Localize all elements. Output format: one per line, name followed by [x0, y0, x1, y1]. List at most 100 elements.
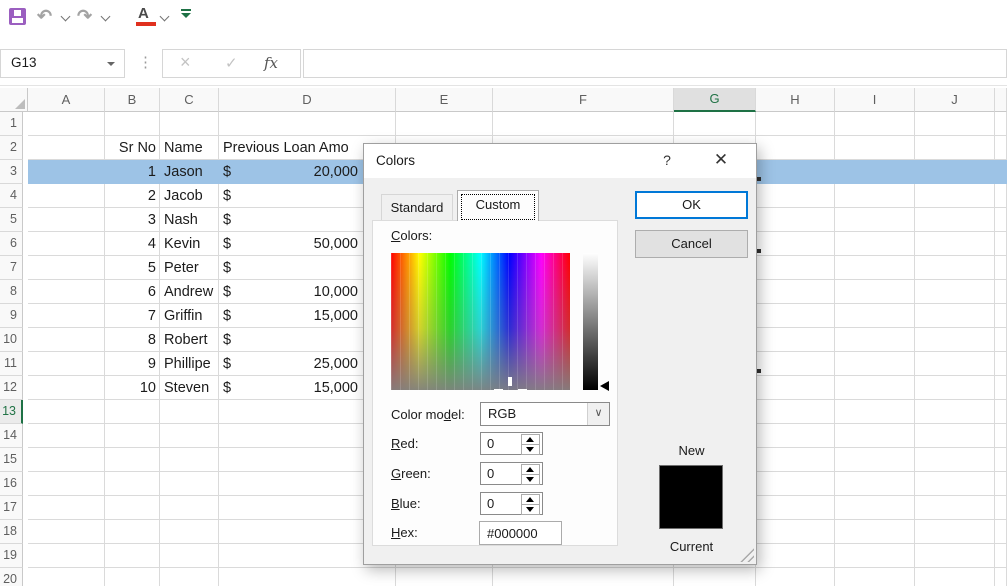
close-icon[interactable]: ✕	[710, 149, 732, 171]
color-model-select[interactable]: RGB ∨	[480, 402, 610, 426]
dialog-title-bar[interactable]: Colors	[364, 144, 756, 178]
blue-spin-down[interactable]	[522, 505, 539, 514]
cell-D8-amount[interactable]: 10,000	[219, 280, 358, 304]
column-header-D[interactable]: D	[219, 88, 396, 112]
cancel-button[interactable]: Cancel	[635, 230, 748, 258]
cancel-entry-icon[interactable]: ×	[180, 52, 191, 73]
currency-symbol-D5[interactable]: $	[223, 208, 243, 232]
name-box-value: G13	[11, 55, 37, 70]
clipped-text-mark	[757, 249, 761, 253]
column-header-I[interactable]: I	[835, 88, 915, 112]
column-header-J[interactable]: J	[915, 88, 995, 112]
row-header-11[interactable]: 11	[0, 352, 23, 376]
cell-D12-amount[interactable]: 15,000	[219, 376, 358, 400]
cell-B9[interactable]: 7	[105, 304, 156, 328]
formula-bar-input[interactable]	[303, 49, 1007, 78]
currency-symbol-D7[interactable]: $	[223, 256, 243, 280]
cell-B10[interactable]: 8	[105, 328, 156, 352]
formula-bar-splitter-icon[interactable]: ⋮	[138, 53, 153, 71]
cell-D11-amount[interactable]: 25,000	[219, 352, 358, 376]
row-header-15[interactable]: 15	[0, 448, 23, 472]
redo-icon[interactable]: ↷	[77, 7, 92, 25]
cell-B3[interactable]: 1	[105, 160, 156, 184]
red-spin-down[interactable]	[522, 445, 539, 454]
blue-input[interactable]: 0	[480, 492, 543, 515]
row-header-13[interactable]: 13	[0, 400, 23, 424]
select-all-corner[interactable]	[0, 88, 28, 112]
tab-standard[interactable]: Standard	[381, 194, 453, 221]
hex-input[interactable]: #000000	[479, 521, 562, 545]
currency-symbol-D4[interactable]: $	[223, 184, 243, 208]
red-label: Red:	[391, 436, 418, 451]
row-header-16[interactable]: 16	[0, 472, 23, 496]
cell-B5[interactable]: 3	[105, 208, 156, 232]
insert-function-icon[interactable]: fx	[264, 54, 278, 72]
name-box-dropdown-icon[interactable]	[107, 62, 115, 66]
row-header-7[interactable]: 7	[0, 256, 23, 280]
font-color-dropdown-icon[interactable]	[160, 12, 170, 22]
hex-label: Hex:	[391, 525, 418, 540]
green-spin-up[interactable]	[522, 465, 539, 475]
blue-spin-up[interactable]	[522, 495, 539, 505]
luminance-slider-arrow-icon[interactable]	[600, 381, 609, 391]
row-header-9[interactable]: 9	[0, 304, 23, 328]
row-header-19[interactable]: 19	[0, 544, 23, 568]
column-header-C[interactable]: C	[160, 88, 219, 112]
color-gradient-picker[interactable]	[391, 253, 570, 390]
customize-quick-access-icon[interactable]	[181, 9, 191, 18]
row-header-8[interactable]: 8	[0, 280, 23, 304]
column-header-F[interactable]: F	[493, 88, 674, 112]
column-header-B[interactable]: B	[105, 88, 160, 112]
cell-D9-amount[interactable]: 15,000	[219, 304, 358, 328]
column-header-G[interactable]: G	[674, 88, 756, 112]
column-header-H[interactable]: H	[756, 88, 835, 112]
tab-focus-outline	[461, 194, 535, 220]
undo-dropdown-icon[interactable]	[61, 12, 71, 22]
row-header-2[interactable]: 2	[0, 136, 23, 160]
cell-D6-amount[interactable]: 50,000	[219, 232, 358, 256]
ok-button[interactable]: OK	[635, 191, 748, 219]
green-spin-down[interactable]	[522, 475, 539, 484]
red-input[interactable]: 0	[480, 432, 543, 455]
cell-B8[interactable]: 6	[105, 280, 156, 304]
clipped-text-mark	[757, 177, 761, 181]
row-header-12[interactable]: 12	[0, 376, 23, 400]
new-current-color-swatch	[659, 465, 723, 529]
enter-entry-icon[interactable]: ✓	[225, 54, 238, 72]
row-header-5[interactable]: 5	[0, 208, 23, 232]
row-header-6[interactable]: 6	[0, 232, 23, 256]
cell-B11[interactable]: 9	[105, 352, 156, 376]
cell-B7[interactable]: 5	[105, 256, 156, 280]
custom-tab-page: Colors: Color model: RGB ∨ Red: 0	[372, 220, 618, 546]
cell-B6[interactable]: 4	[105, 232, 156, 256]
font-color-icon[interactable]: A	[138, 6, 149, 21]
row-header-17[interactable]: 17	[0, 496, 23, 520]
name-box[interactable]: G13	[0, 49, 125, 78]
cell-B2-sr-no-header[interactable]: Sr No	[105, 136, 156, 160]
red-spin-up[interactable]	[522, 435, 539, 445]
crosshair-marker	[508, 377, 512, 386]
chevron-down-icon[interactable]: ∨	[587, 403, 609, 425]
cell-D3-amount[interactable]: 20,000	[219, 160, 358, 184]
column-header-A[interactable]: A	[28, 88, 105, 112]
luminance-slider[interactable]	[583, 253, 598, 390]
column-header-E[interactable]: E	[396, 88, 493, 112]
row-header-18[interactable]: 18	[0, 520, 23, 544]
row-header-3[interactable]: 3	[0, 160, 23, 184]
cell-C2-name-header[interactable]: Name	[164, 136, 224, 160]
row-header-14[interactable]: 14	[0, 424, 23, 448]
currency-symbol-D10[interactable]: $	[223, 328, 243, 352]
help-icon[interactable]: ?	[658, 152, 676, 170]
row-header-20[interactable]: 20	[0, 568, 23, 586]
green-input[interactable]: 0	[480, 462, 543, 485]
redo-dropdown-icon[interactable]	[101, 12, 111, 22]
save-icon[interactable]	[9, 8, 26, 25]
column-header-partial[interactable]	[995, 88, 1007, 112]
row-header-4[interactable]: 4	[0, 184, 23, 208]
tab-custom[interactable]: Custom	[457, 190, 539, 221]
undo-icon[interactable]: ↶	[37, 7, 52, 25]
cell-B4[interactable]: 2	[105, 184, 156, 208]
row-header-10[interactable]: 10	[0, 328, 23, 352]
cell-B12[interactable]: 10	[105, 376, 156, 400]
row-header-1[interactable]: 1	[0, 112, 23, 136]
